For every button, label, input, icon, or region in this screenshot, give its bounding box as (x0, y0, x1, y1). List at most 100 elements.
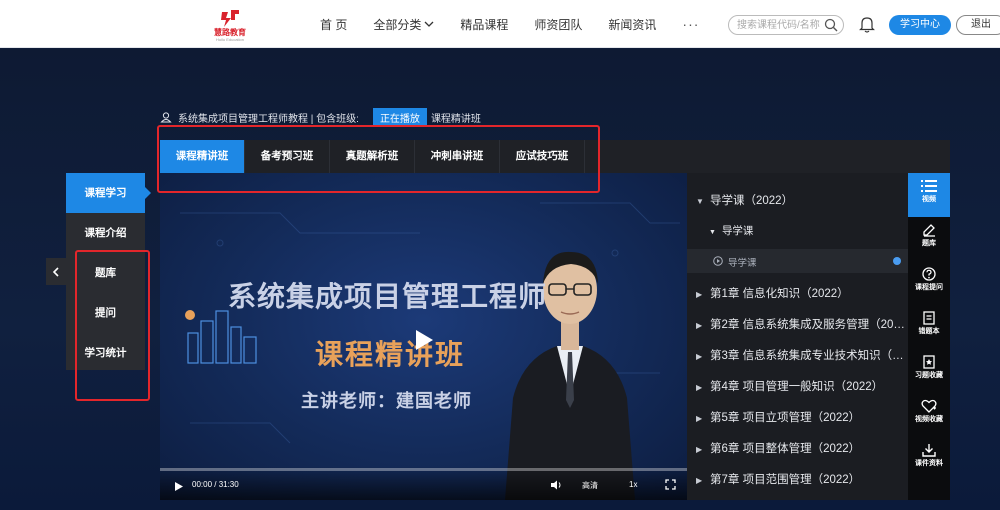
chapter-label: 第4章 项目管理一般知识（2022） (710, 381, 884, 393)
chapter-label: 第1章 信息化知识（2022） (710, 288, 849, 300)
chapter-intro[interactable]: ▼ 导学课（2022） (687, 192, 908, 208)
tab-lecture[interactable]: 课程精讲班 (160, 140, 245, 173)
breadcrumb: 系统集成项目管理工程师教程 | 包含班级: 正在播放 课程精讲班 (160, 107, 481, 127)
lesson-item[interactable]: 导学课 (687, 249, 908, 273)
exit-button[interactable]: 退出 (956, 15, 1000, 35)
quality-button[interactable]: 高清 (582, 480, 598, 491)
chapter-item[interactable]: ▶ 第1章 信息化知识（2022） (687, 285, 908, 301)
tool-question-bank[interactable]: 题库 (908, 217, 950, 261)
tab-preview[interactable]: 备考预习班 (245, 140, 330, 173)
lesson-title: 导学课 (728, 258, 757, 269)
logo-en: Huilu Education (215, 37, 245, 42)
tool-video-fav[interactable]: 视频收藏 (908, 393, 950, 437)
right-toolbar: 视频 题库 课程提问 错题本 习题收藏 视频收藏 课件资料 (908, 173, 950, 500)
study-center-button[interactable]: 学习中心 (889, 15, 951, 35)
caret-right-icon: ▶ (696, 445, 703, 454)
chapter-label: 第5章 项目立项管理（2022） (710, 412, 861, 424)
chapter-label: 第2章 信息系统集成及服务管理（2022） (710, 319, 908, 331)
main-nav: 首 页 全部分类 精品课程 师资团队 新闻资讯 ··· (320, 0, 725, 48)
top-bar: 慧路教育 Huilu Education 首 页 全部分类 精品课程 师资团队 … (0, 0, 1000, 48)
nav-courses[interactable]: 精品课程 (460, 16, 508, 33)
logo-text: 慧路教育 (214, 28, 246, 37)
chapter-list: ▼ 导学课（2022） ▼ 导学课 导学课 ▶ 第1章 信息化知识（2022） ▶ 第2… (687, 173, 908, 500)
video-title: 系统集成项目管理工程师 (228, 281, 548, 312)
question-icon (922, 267, 936, 281)
chapter-item[interactable]: ▶ 第4章 项目管理一般知识（2022） (687, 378, 908, 394)
chevron-down-icon (424, 21, 434, 27)
caret-right-icon: ▶ (696, 290, 703, 299)
heart-icon (921, 399, 937, 413)
chapter-intro-sub-label: 导学课 (721, 225, 754, 237)
menu-question-bank[interactable]: 题库 (66, 253, 145, 293)
tool-materials-label: 课件资料 (915, 460, 943, 467)
play-icon[interactable] (413, 328, 435, 352)
play-circle-icon (713, 256, 723, 266)
bookmark-icon (923, 355, 935, 369)
caret-right-icon: ▶ (696, 476, 703, 485)
more-icon[interactable]: ··· (682, 16, 699, 32)
nav-teachers[interactable]: 师资团队 (534, 16, 582, 33)
tool-ask-label: 课程提问 (915, 284, 943, 291)
now-playing-badge: 正在播放 (372, 107, 427, 127)
chapter-item[interactable]: ▶ 第7章 项目范围管理（2022） (687, 471, 908, 487)
side-menu: 课程学习 课程介绍 题库 提问 学习统计 (66, 173, 151, 373)
logo-mark-icon (219, 8, 241, 28)
class-tabs: 课程精讲班 备考预习班 真题解析班 冲刺串讲班 应试技巧班 (160, 140, 950, 173)
menu-stats[interactable]: 学习统计 (66, 333, 145, 373)
chapter-label: 第7章 项目范围管理（2022） (710, 474, 861, 486)
search-input[interactable] (737, 18, 823, 32)
tab-exam-skills[interactable]: 应试技巧班 (500, 140, 585, 173)
tool-wrong-book-label: 错题本 (918, 328, 940, 335)
tool-ask[interactable]: 课程提问 (908, 261, 950, 305)
tool-exercise-fav[interactable]: 习题收藏 (908, 349, 950, 393)
chevron-left-icon (52, 266, 59, 277)
nav-news[interactable]: 新闻资讯 (608, 16, 656, 33)
tool-video[interactable]: 视频 (908, 173, 950, 217)
course-icon (160, 112, 172, 123)
caret-right-icon: ▶ (696, 352, 703, 361)
caret-down-icon: ▼ (709, 229, 716, 236)
nav-home[interactable]: 首 页 (320, 16, 347, 33)
tool-video-fav-label: 视频收藏 (915, 416, 943, 423)
video-player[interactable]: 系统集成项目管理工程师 课程精讲班 主讲老师：建国老师 00:00 / 31:3… (160, 173, 687, 500)
video-controls: 00:00 / 31:30 高清 1x (160, 466, 687, 500)
menu-course-study[interactable]: 课程学习 (66, 173, 145, 213)
logo[interactable]: 慧路教育 Huilu Education (210, 8, 250, 42)
speed-button[interactable]: 1x (629, 480, 637, 489)
volume-icon[interactable] (550, 480, 562, 490)
chapter-intro-sub[interactable]: ▼ 导学课 (687, 223, 908, 238)
search-box (728, 15, 844, 35)
chapter-label: 第3章 信息系统集成专业技术知识（2022） (710, 350, 908, 362)
search-icon[interactable] (824, 18, 838, 32)
bell-icon[interactable] (859, 16, 875, 33)
tool-materials[interactable]: 课件资料 (908, 437, 950, 481)
notebook-icon (923, 311, 935, 325)
chapter-item[interactable]: ▶ 第2章 信息系统集成及服务管理（2022） (687, 316, 908, 332)
tab-past-exams[interactable]: 真题解析班 (330, 140, 415, 173)
time-readout: 00:00 / 31:30 (192, 480, 239, 489)
caret-right-icon: ▶ (696, 383, 703, 392)
caret-right-icon: ▶ (696, 321, 703, 330)
video-subtitle: 课程精讲班 (315, 339, 466, 370)
play-small-icon[interactable] (174, 481, 184, 492)
menu-course-intro[interactable]: 课程介绍 (66, 213, 145, 253)
caret-down-icon: ▼ (696, 197, 704, 206)
breadcrumb-current-class[interactable]: 课程精讲班 (431, 110, 481, 125)
chapter-item[interactable]: ▶ 第3章 信息系统集成专业技术知识（2022） (687, 347, 908, 363)
progress-bar[interactable] (160, 468, 687, 471)
list-icon (921, 180, 937, 192)
breadcrumb-course: 系统集成项目管理工程师教程 | 包含班级: (178, 113, 359, 125)
nav-categories[interactable]: 全部分类 (373, 16, 434, 33)
chapter-item[interactable]: ▶ 第5章 项目立项管理（2022） (687, 409, 908, 425)
teacher-figure (505, 251, 635, 500)
nav-categories-label: 全部分类 (373, 17, 422, 32)
fullscreen-icon[interactable] (665, 479, 676, 490)
chapter-intro-label: 导学课（2022） (710, 195, 794, 207)
menu-ask[interactable]: 提问 (66, 293, 145, 333)
tool-question-bank-label: 题库 (922, 240, 936, 247)
chapter-item[interactable]: ▶ 第6章 项目整体管理（2022） (687, 440, 908, 456)
tool-wrong-book[interactable]: 错题本 (908, 305, 950, 349)
collapse-menu-button[interactable] (46, 258, 66, 285)
active-pointer (145, 187, 151, 199)
tab-sprint[interactable]: 冲刺串讲班 (415, 140, 500, 173)
